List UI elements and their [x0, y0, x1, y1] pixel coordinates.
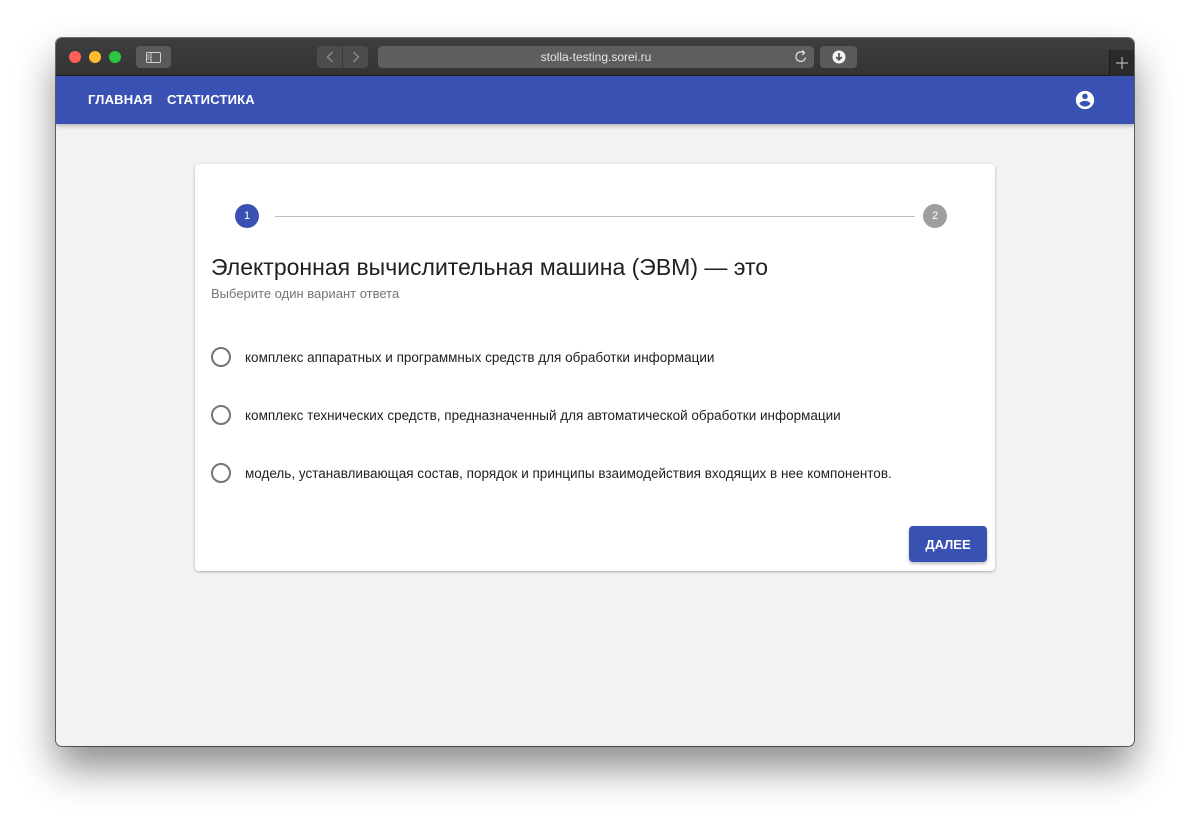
- account-circle-icon[interactable]: [1074, 89, 1096, 111]
- answer-option[interactable]: модель, устанавливающая состав, порядок …: [211, 461, 971, 485]
- nav-link-statistics[interactable]: СТАТИСТИКА: [167, 92, 255, 107]
- stepper-step-1: 1: [235, 204, 259, 228]
- plus-icon: [1116, 57, 1128, 69]
- radio-button[interactable]: [211, 347, 231, 367]
- question-hint: Выберите один вариант ответа: [211, 286, 400, 301]
- sidebar-icon: [146, 51, 161, 63]
- close-window-button[interactable]: [69, 51, 81, 63]
- chevron-right-icon: [352, 51, 360, 63]
- radio-button[interactable]: [211, 463, 231, 483]
- answer-option[interactable]: комплекс аппаратных и программных средст…: [211, 345, 971, 369]
- answer-option-label: комплекс аппаратных и программных средст…: [245, 349, 715, 365]
- download-icon: [832, 50, 845, 64]
- browser-titlebar: stolla-testing.sorei.ru: [56, 38, 1134, 76]
- step-number: 1: [243, 210, 251, 222]
- step-number: 2: [931, 210, 939, 222]
- app-bar: ГЛАВНАЯ СТАТИСТИКА: [56, 76, 1134, 124]
- stepper-step-2: 2: [923, 204, 947, 228]
- chevron-left-icon: [325, 51, 333, 63]
- minimize-window-button[interactable]: [89, 51, 101, 63]
- question-title: Электронная вычислительная машина (ЭВМ) …: [211, 254, 769, 280]
- answer-option-label: модель, устанавливающая состав, порядок …: [245, 465, 892, 481]
- address-text: stolla-testing.sorei.ru: [540, 50, 652, 64]
- new-tab-button[interactable]: [1109, 50, 1134, 76]
- answer-option-label: комплекс технических средств, предназнач…: [245, 407, 841, 423]
- back-button[interactable]: [317, 46, 342, 68]
- sidebar-toggle-button[interactable]: [136, 46, 171, 68]
- stepper-connector: [275, 216, 915, 217]
- address-bar[interactable]: stolla-testing.sorei.ru: [378, 46, 814, 68]
- browser-window: stolla-testing.sorei.ru ГЛАВНАЯ СТАТИСТИ…: [56, 38, 1134, 746]
- forward-button[interactable]: [343, 46, 368, 68]
- nav-link-home[interactable]: ГЛАВНАЯ: [88, 92, 152, 107]
- next-button[interactable]: ДАЛЕЕ: [909, 526, 987, 562]
- radio-button[interactable]: [211, 405, 231, 425]
- reload-icon[interactable]: [794, 49, 808, 64]
- answer-option[interactable]: комплекс технических средств, предназнач…: [211, 403, 971, 427]
- downloads-button[interactable]: [820, 46, 857, 68]
- zoom-window-button[interactable]: [109, 51, 121, 63]
- question-card: 1 2 Электронная вычислительная машина (Э…: [195, 164, 995, 571]
